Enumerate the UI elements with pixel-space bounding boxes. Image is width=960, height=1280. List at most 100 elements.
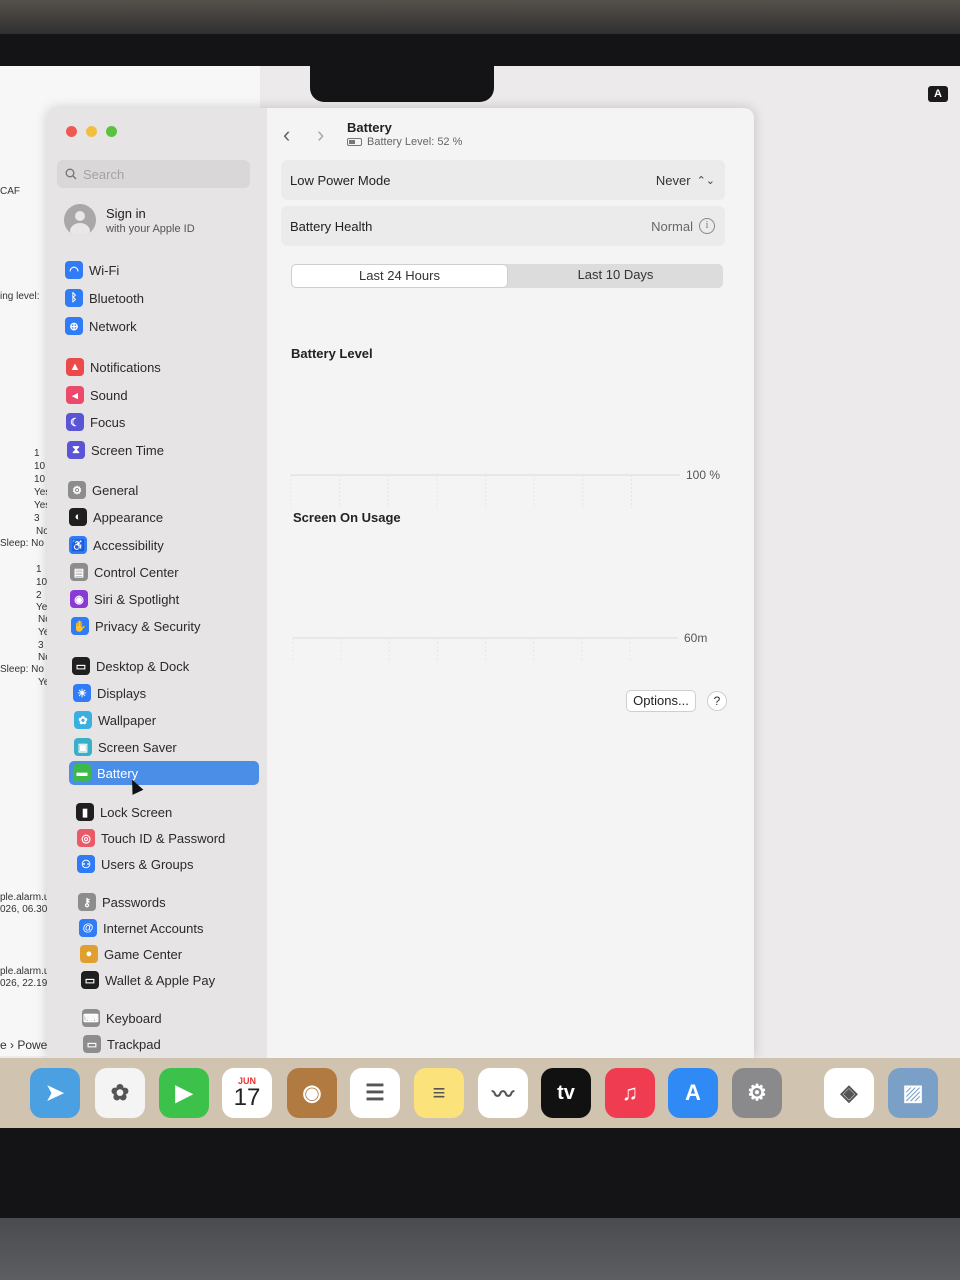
time-range-segmented-control: Last 24 Hours Last 10 Days [291,264,723,288]
sidebar-item-keyboard[interactable]: ⌨ Keyboard [78,1006,268,1030]
sidebar-item-accessibility[interactable]: ♿ Accessibility [65,533,255,557]
sidebar-item-label: Accessibility [93,537,164,553]
appearance-icon: ◐ [69,508,87,526]
sidebar-item-general[interactable]: ⚙ General [64,478,254,502]
flower-icon: ✿ [74,711,92,729]
window-controls [66,126,117,137]
avatar [64,204,96,236]
sidebar-item-siri-spotlight[interactable]: ◉ Siri & Spotlight [66,587,256,611]
zoom-button[interactable] [106,126,117,137]
sidebar-item-label: Privacy & Security [95,618,201,634]
sidebar-item-wi-fi[interactable]: ◠ Wi-Fi [61,258,251,282]
forward-button[interactable]: › [317,122,324,148]
sidebar-item-network[interactable]: ⊕ Network [61,314,251,338]
sidebar-item-internet-accounts[interactable]: @ Internet Accounts [75,916,265,940]
input-source-badge[interactable]: A [928,86,948,102]
main-content: ‹ › Battery Battery Level: 52 % Low Powe… [267,108,754,1058]
battery-health-status: Normal i [651,218,715,234]
sidebar-item-desktop-dock[interactable]: ▭ Desktop & Dock [68,654,258,678]
system-settings-app-icon[interactable]: ⚙ [732,1068,782,1118]
low-power-mode-select[interactable]: Never ⌃⌄ [656,173,715,188]
apple-id-signin[interactable]: Sign in with your Apple ID [64,204,195,236]
moon-icon: ☾ [66,413,84,431]
sidebar-item-label: Passwords [102,894,166,910]
key-icon: ⚷ [78,893,96,911]
battery-icon [347,138,362,146]
app-store-app-icon[interactable]: A [668,1068,718,1118]
speaker-icon: ◂ [66,386,84,404]
options-button[interactable]: Options... [626,690,696,712]
wallet-icon: ▭ [81,971,99,989]
bell-icon: ▲ [66,358,84,376]
maps-app-icon[interactable]: ➤ [30,1068,80,1118]
battery-level-chart: 100 %50 %0 %0003060912151821 [290,468,720,508]
background-text-line: 026, 06.30 [0,904,48,915]
back-button[interactable]: ‹ [283,122,290,148]
tab-last-10-days[interactable]: Last 10 Days [508,264,723,288]
sidebar-item-sound[interactable]: ◂ Sound [62,383,252,407]
dock: ➤ ✿ ▶ JUN 17 ◉ ☰ ≡ 〰 tv ♫ A ⚙ ◈ ▨ [0,1058,960,1128]
sidebar-item-label: Appearance [93,509,164,525]
sidebar-item-label: Screen Time [91,442,164,458]
sidebar-item-game-center[interactable]: ● Game Center [76,942,266,966]
sidebar-item-label: Control Center [94,564,179,580]
info-icon[interactable]: i [699,218,715,234]
sidebar-item-lock-screen[interactable]: ▮ Lock Screen [72,800,262,824]
screen-on-usage-chart: 60m30m0m0003060912151821Jun 17 [292,631,707,660]
hand-icon: ✋ [71,617,89,635]
background-text-line: 3 [34,513,40,524]
sidebar-item-users-groups[interactable]: ⚇ Users & Groups [73,852,263,876]
sidebar-item-wallet-apple-pay[interactable]: ▭ Wallet & Apple Pay [77,968,267,992]
page-subtitle: Battery Level: 52 % [347,136,462,148]
sidebar-item-appearance[interactable]: ◐ Appearance [65,505,255,529]
tv-label: tv [557,1081,575,1104]
music-app-icon[interactable]: ♫ [605,1068,655,1118]
notes-app-icon[interactable]: ≡ [414,1068,464,1118]
tab-last-24-hours[interactable]: Last 24 Hours [291,264,508,288]
keyboard-icon: ⌨ [82,1009,100,1027]
help-button[interactable]: ? [707,691,727,711]
sidebar-item-label: Focus [90,414,126,430]
sidebar-item-privacy-security[interactable]: ✋ Privacy & Security [67,614,257,638]
lock-icon: ▮ [76,803,94,821]
siri-icon: ◉ [70,590,88,608]
contacts-app-icon[interactable]: ◉ [287,1068,337,1118]
image-app-icon[interactable]: ▨ [888,1068,938,1118]
sidebar-item-passwords[interactable]: ⚷ Passwords [74,890,264,914]
search-input[interactable]: Search [57,160,250,188]
minimize-button[interactable] [86,126,97,137]
sidebar-item-control-center[interactable]: ▤ Control Center [66,560,256,584]
sidebar-item-label: Bluetooth [89,290,144,306]
sidebar-item-trackpad[interactable]: ▭ Trackpad [79,1032,269,1056]
background-text-line: 1 [34,448,40,459]
freeform-app-icon[interactable]: 〰 [478,1068,528,1118]
sidebar-item-focus[interactable]: ☾ Focus [62,410,252,434]
calendar-app-icon[interactable]: JUN 17 [222,1068,272,1118]
chevron-updown-icon: ⌃⌄ [696,174,715,187]
sidebar-item-bluetooth[interactable]: ᛒ Bluetooth [61,286,251,310]
background-text-line: 1 [36,564,42,575]
facetime-app-icon[interactable]: ▶ [159,1068,209,1118]
photos-app-icon[interactable]: ✿ [95,1068,145,1118]
background-text-line: 10 [36,577,48,588]
system-settings-window: Search Sign in with your Apple ID ◠ Wi-Fi… [47,108,754,1058]
reminders-app-icon[interactable]: ☰ [350,1068,400,1118]
sidebar-item-battery[interactable]: ▬ Battery [69,761,259,785]
sidebar-item-label: Game Center [104,946,183,962]
close-button[interactable] [66,126,77,137]
tv-app-icon[interactable]: tv [541,1068,591,1118]
sidebar-item-label: Touch ID & Password [101,830,226,846]
sidebar-item-screen-time[interactable]: ⧗ Screen Time [63,438,253,462]
y-tick-label: 100 % [686,468,720,482]
signin-title: Sign in [106,205,146,221]
sidebar-item-displays[interactable]: ☀ Displays [69,681,259,705]
sidebar-item-label: Wi-Fi [89,262,120,278]
sidebar-item-notifications[interactable]: ▲ Notifications [62,355,252,379]
preview-app-icon[interactable]: ◈ [824,1068,874,1118]
sidebar-item-touch-id-password[interactable]: ◎ Touch ID & Password [73,826,263,850]
sidebar-item-screen-saver[interactable]: ▣ Screen Saver [70,735,260,759]
wifi-icon: ◠ [65,261,83,279]
sidebar-item-wallpaper[interactable]: ✿ Wallpaper [70,708,260,732]
search-placeholder: Search [83,166,125,182]
low-power-mode-value: Never [655,172,691,188]
